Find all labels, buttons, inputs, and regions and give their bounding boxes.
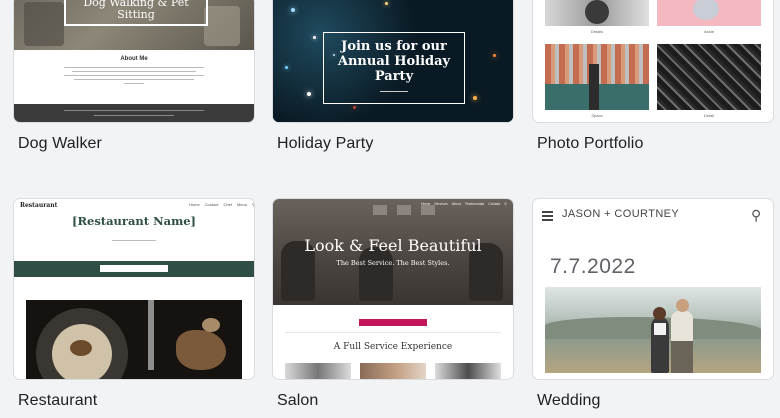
wedding-names: JASON + COURTNEY xyxy=(562,208,680,220)
template-label-dog-walker[interactable]: Dog Walker xyxy=(18,135,102,153)
dog-walker-about-text xyxy=(64,67,204,84)
dog-walker-hero-title: Dog Walking & Pet Sitting xyxy=(83,0,189,21)
template-label-photo-portfolio[interactable]: Photo Portfolio xyxy=(537,135,643,153)
portfolio-caption-4: Detail xyxy=(703,113,715,118)
menu-icon xyxy=(542,211,553,221)
holiday-hero-frame: Join us for our Annual Holiday Party xyxy=(323,32,465,104)
restaurant-nav-contact: Contact xyxy=(204,202,219,207)
search-icon: ⚲ xyxy=(251,202,254,207)
restaurant-nav-chef: Chef xyxy=(223,202,232,207)
salon-nav-contact: Contact xyxy=(488,202,501,206)
salon-section-title: A Full Service Experience xyxy=(333,342,453,352)
template-card-photo-portfolio[interactable]: Details Aside Space Detail xyxy=(533,0,773,122)
search-icon: ⚲ xyxy=(751,207,762,223)
salon-photo-3 xyxy=(435,363,501,379)
wedding-date: 7.7.2022 xyxy=(550,255,636,278)
portfolio-photo-3 xyxy=(545,44,649,110)
dog-walker-hero-box: Dog Walking & Pet Sitting xyxy=(64,0,208,26)
salon-nav: Home Services About Testimonials Contact ⚲ xyxy=(421,202,507,206)
template-card-holiday-party[interactable]: Join us for our Annual Holiday Party xyxy=(273,0,513,122)
salon-nav-services: Services xyxy=(434,202,448,206)
template-label-wedding[interactable]: Wedding xyxy=(537,392,601,410)
template-label-holiday-party[interactable]: Holiday Party xyxy=(277,135,373,153)
portfolio-caption-2: Aside xyxy=(703,29,714,34)
holiday-hero-title: Join us for our Annual Holiday Party xyxy=(337,39,451,84)
portfolio-photo-4 xyxy=(657,44,761,110)
salon-hero-subtitle: The Best Service. The Best Styles. xyxy=(336,259,450,267)
restaurant-food-photo xyxy=(26,300,242,379)
template-card-wedding[interactable]: JASON + COURTNEY ⚲ 7.7.2022 xyxy=(533,199,773,379)
restaurant-nav-home: Home xyxy=(189,202,200,207)
restaurant-band xyxy=(14,261,254,277)
dog-walker-hero: Dog Walking & Pet Sitting xyxy=(14,0,254,50)
portfolio-photo-2 xyxy=(657,0,761,26)
salon-nav-testimonials: Testimonials xyxy=(464,202,485,206)
salon-cta-button xyxy=(359,319,427,326)
portfolio-caption-3: Space xyxy=(591,113,603,118)
template-card-dog-walker[interactable]: Dog Walking & Pet Sitting About Me xyxy=(14,0,254,122)
salon-nav-about: About xyxy=(451,202,461,206)
dog-walker-footer xyxy=(14,104,254,122)
restaurant-nav: Home Contact Chef Menu ⚲ xyxy=(189,202,254,207)
template-label-restaurant[interactable]: Restaurant xyxy=(18,392,97,410)
restaurant-nav-menu: Menu xyxy=(236,202,247,207)
restaurant-hero-title: [Restaurant Name] xyxy=(72,214,196,228)
template-card-salon[interactable]: Home Services About Testimonials Contact ⚲ Lo… xyxy=(273,199,513,379)
portfolio-caption-1: Details xyxy=(590,29,604,34)
search-icon: ⚲ xyxy=(504,202,507,206)
wedding-bride xyxy=(651,307,669,373)
wedding-photo xyxy=(545,287,761,373)
salon-nav-home: Home xyxy=(421,202,431,206)
salon-photo-1 xyxy=(285,363,351,379)
wedding-groom xyxy=(671,299,693,373)
template-card-restaurant[interactable]: Restaurant Home Contact Chef Menu ⚲ [Restaur… xyxy=(14,199,254,379)
dog-walker-about-heading: About Me xyxy=(120,56,148,62)
template-label-salon[interactable]: Salon xyxy=(277,392,318,410)
restaurant-cta-button xyxy=(100,265,168,272)
salon-hero-title: Look & Feel Beautiful xyxy=(304,236,482,255)
portfolio-photo-1 xyxy=(545,0,649,26)
salon-photo-2 xyxy=(360,363,426,379)
restaurant-brand: Restaurant xyxy=(20,202,58,209)
